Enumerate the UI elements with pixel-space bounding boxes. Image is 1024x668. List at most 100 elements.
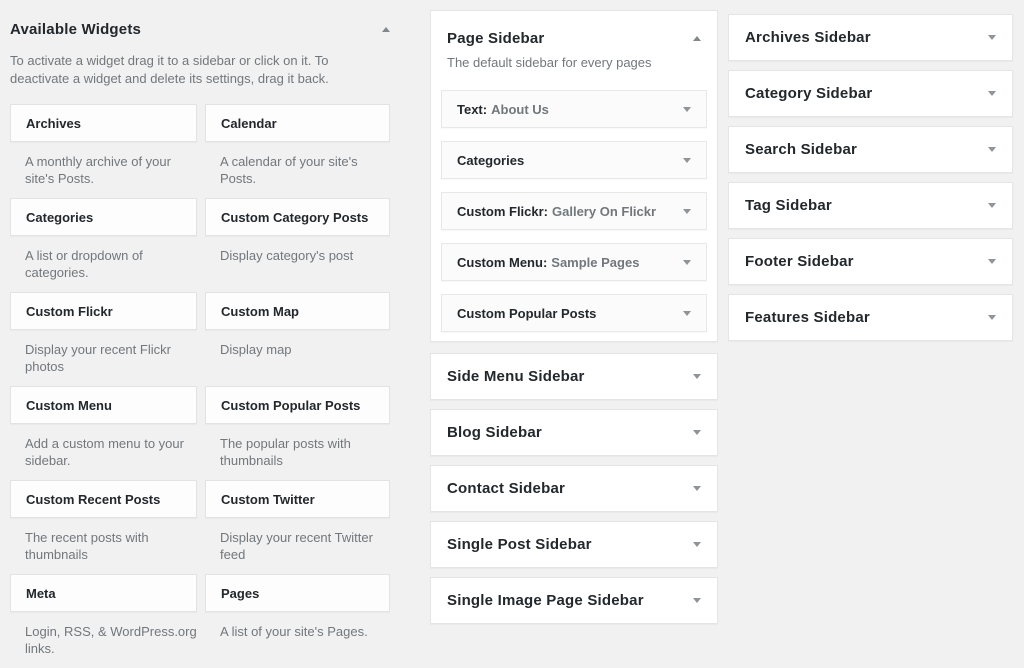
widget-card-description: Login, RSS, & WordPress.org links. <box>25 624 197 657</box>
widget-card-title: Custom Flickr <box>26 304 113 319</box>
widget-card-title: Custom Popular Posts <box>221 398 360 413</box>
sidebar-panel-footer[interactable]: Footer Sidebar <box>728 238 1013 285</box>
sidebar-widget-item-custom-popular-posts[interactable]: Custom Popular Posts <box>441 294 707 332</box>
available-widgets-section: Available Widgets To activate a widget d… <box>10 20 390 668</box>
available-widget: Meta Login, RSS, & WordPress.org links. <box>10 574 197 668</box>
chevron-down-icon[interactable] <box>683 158 691 163</box>
widget-item-label: Custom Menu: <box>457 255 547 270</box>
chevron-down-icon[interactable] <box>693 542 701 547</box>
available-widget: Categories A list or dropdown of categor… <box>10 198 197 292</box>
sidebar-panel-single-image-page[interactable]: Single Image Page Sidebar <box>430 577 718 624</box>
chevron-up-icon[interactable] <box>382 27 390 32</box>
chevron-down-icon[interactable] <box>683 260 691 265</box>
sidebar-widget-item-categories[interactable]: Categories <box>441 141 707 179</box>
widget-card-title: Custom Recent Posts <box>26 492 160 507</box>
widget-card-custom-menu[interactable]: Custom Menu <box>10 386 197 424</box>
available-widget: Custom Flickr Display your recent Flickr… <box>10 292 197 386</box>
chevron-down-icon[interactable] <box>988 35 996 40</box>
available-widgets-header[interactable]: Available Widgets <box>10 20 390 38</box>
widget-card-description: Display your recent Flickr photos <box>25 342 197 375</box>
widget-card-title: Custom Map <box>221 304 299 319</box>
available-widget: Custom Twitter Display your recent Twitt… <box>205 480 390 574</box>
widget-card-description: Display category's post <box>220 248 390 265</box>
widget-card-custom-popular-posts[interactable]: Custom Popular Posts <box>205 386 390 424</box>
page-sidebar-description: The default sidebar for every pages <box>447 55 707 70</box>
sidebar-title: Blog Sidebar <box>447 424 542 441</box>
widget-item-label: Text: <box>457 102 487 117</box>
widget-card-title: Custom Menu <box>26 398 112 413</box>
widget-card-title: Custom Category Posts <box>221 210 368 225</box>
sidebar-panel-category[interactable]: Category Sidebar <box>728 70 1013 117</box>
sidebar-widget-item-custom-menu[interactable]: Custom Menu: Sample Pages <box>441 243 707 281</box>
widget-card-description: The recent posts with thumbnails <box>25 530 197 563</box>
page-sidebar-widget-list: Text: About Us Categories Custom Flickr:… <box>441 90 707 332</box>
chevron-down-icon[interactable] <box>693 598 701 603</box>
chevron-down-icon[interactable] <box>988 203 996 208</box>
sidebar-panel-contact[interactable]: Contact Sidebar <box>430 465 718 512</box>
widget-card-custom-category-posts[interactable]: Custom Category Posts <box>205 198 390 236</box>
widget-card-description: Display your recent Twitter feed <box>220 530 390 563</box>
widget-card-calendar[interactable]: Calendar <box>205 104 390 142</box>
widget-item-instance: Gallery On Flickr <box>552 204 656 219</box>
page-sidebar-title: Page Sidebar <box>447 31 544 47</box>
widget-card-title: Meta <box>26 586 56 601</box>
chevron-down-icon[interactable] <box>988 259 996 264</box>
sidebar-panel-features[interactable]: Features Sidebar <box>728 294 1013 341</box>
widget-card-title: Calendar <box>221 116 277 131</box>
widget-card-description: A monthly archive of your site's Posts. <box>25 154 197 187</box>
widget-card-title: Categories <box>26 210 93 225</box>
sidebar-panel-single-post[interactable]: Single Post Sidebar <box>430 521 718 568</box>
widgets-admin-page: Available Widgets To activate a widget d… <box>0 0 1024 662</box>
available-widget: Archives A monthly archive of your site'… <box>10 104 197 198</box>
widget-card-title: Custom Twitter <box>221 492 315 507</box>
chevron-down-icon[interactable] <box>683 209 691 214</box>
widget-card-custom-twitter[interactable]: Custom Twitter <box>205 480 390 518</box>
chevron-down-icon[interactable] <box>988 147 996 152</box>
chevron-down-icon[interactable] <box>683 311 691 316</box>
widget-item-label: Custom Flickr: <box>457 204 548 219</box>
widget-card-archives[interactable]: Archives <box>10 104 197 142</box>
widget-card-meta[interactable]: Meta <box>10 574 197 612</box>
sidebar-title: Features Sidebar <box>745 309 870 326</box>
sidebar-title: Tag Sidebar <box>745 197 832 214</box>
sidebar-title: Contact Sidebar <box>447 480 565 497</box>
widget-card-pages[interactable]: Pages <box>205 574 390 612</box>
widget-item-instance: Sample Pages <box>551 255 639 270</box>
widget-card-custom-recent-posts[interactable]: Custom Recent Posts <box>10 480 197 518</box>
sidebar-widget-item-custom-flickr[interactable]: Custom Flickr: Gallery On Flickr <box>441 192 707 230</box>
widget-card-description: A list of your site's Pages. <box>220 624 390 641</box>
page-sidebar-header[interactable]: Page Sidebar <box>441 31 707 47</box>
available-widget: Pages A list of your site's Pages. <box>205 574 390 668</box>
sidebar-panel-search[interactable]: Search Sidebar <box>728 126 1013 173</box>
chevron-down-icon[interactable] <box>693 486 701 491</box>
sidebar-title: Footer Sidebar <box>745 253 854 270</box>
chevron-down-icon[interactable] <box>683 107 691 112</box>
chevron-down-icon[interactable] <box>988 315 996 320</box>
chevron-down-icon[interactable] <box>693 430 701 435</box>
sidebar-panel-side-menu[interactable]: Side Menu Sidebar <box>430 353 718 400</box>
widget-card-description: The popular posts with thumbnails <box>220 436 390 469</box>
widget-card-custom-flickr[interactable]: Custom Flickr <box>10 292 197 330</box>
sidebar-title: Single Post Sidebar <box>447 536 592 553</box>
sidebar-title: Category Sidebar <box>745 85 872 102</box>
chevron-down-icon[interactable] <box>693 374 701 379</box>
widget-item-label: Custom Popular Posts <box>457 306 596 321</box>
sidebar-title: Single Image Page Sidebar <box>447 592 644 609</box>
chevron-down-icon[interactable] <box>988 91 996 96</box>
sidebar-panel-tag[interactable]: Tag Sidebar <box>728 182 1013 229</box>
sidebar-panel-blog[interactable]: Blog Sidebar <box>430 409 718 456</box>
chevron-up-icon[interactable] <box>693 36 701 41</box>
sidebar-widget-item-text[interactable]: Text: About Us <box>441 90 707 128</box>
widget-card-categories[interactable]: Categories <box>10 198 197 236</box>
available-widget: Custom Popular Posts The popular posts w… <box>205 386 390 480</box>
available-widget: Custom Recent Posts The recent posts wit… <box>10 480 197 574</box>
sidebar-panel-archives[interactable]: Archives Sidebar <box>728 14 1013 61</box>
widget-card-description: Display map <box>220 342 390 359</box>
page-sidebar-panel: Page Sidebar The default sidebar for eve… <box>430 10 718 342</box>
available-widget: Custom Map Display map <box>205 292 390 386</box>
widget-card-title: Archives <box>26 116 81 131</box>
sidebar-title: Side Menu Sidebar <box>447 368 585 385</box>
widget-card-description: A calendar of your site's Posts. <box>220 154 390 187</box>
sidebar-title: Archives Sidebar <box>745 29 871 46</box>
widget-card-custom-map[interactable]: Custom Map <box>205 292 390 330</box>
